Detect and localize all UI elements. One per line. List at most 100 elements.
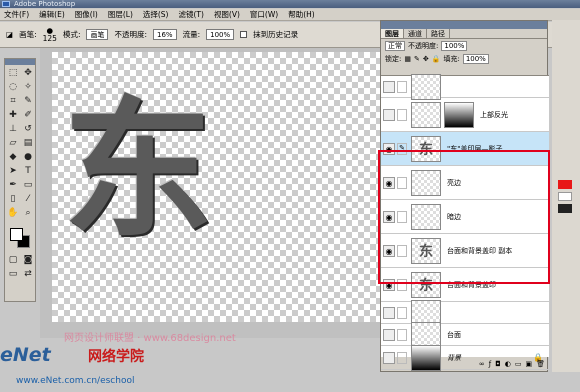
type-tool-icon[interactable]: T <box>21 165 35 178</box>
lock-label: 锁定: <box>385 54 402 63</box>
color-swatch[interactable] <box>558 192 572 201</box>
layer-style-icon[interactable]: ƒ <box>489 360 491 368</box>
new-group-icon[interactable]: ▭ <box>515 360 522 368</box>
layer-opacity-field[interactable]: 100% <box>441 40 468 51</box>
layer-thumbnail <box>411 73 441 100</box>
layer-opacity-label: 不透明度: <box>408 41 439 50</box>
standard-mode-icon[interactable]: ▢ <box>6 254 20 267</box>
blend-mode-select[interactable]: 正常 <box>385 40 405 51</box>
dodge-tool-icon[interactable]: ● <box>21 151 35 164</box>
imageready-icon[interactable]: ⇄ <box>21 268 35 281</box>
hand-tool-icon[interactable]: ✋ <box>6 207 20 220</box>
brush-tool-icon[interactable]: ✐ <box>21 109 35 122</box>
healing-tool-icon[interactable]: ✚ <box>6 109 20 122</box>
layers-panel-grip[interactable] <box>381 21 547 29</box>
right-panel-strip <box>552 20 580 372</box>
eyedropper-icon[interactable]: ⁄ <box>21 193 35 206</box>
color-swatch[interactable] <box>558 204 572 213</box>
visibility-toggle[interactable] <box>383 80 395 93</box>
layer-name: 上部反光 <box>480 110 508 119</box>
color-swatch[interactable] <box>558 180 572 189</box>
stamp-tool-icon[interactable]: ⊥ <box>6 123 20 136</box>
foreground-color[interactable] <box>10 228 23 241</box>
lock-pixels-icon[interactable]: ✎ <box>414 55 420 63</box>
slice-tool-icon[interactable]: ✎ <box>21 95 35 108</box>
brush-size: 125 <box>42 33 57 43</box>
visibility-toggle[interactable] <box>383 108 395 121</box>
lasso-tool-icon[interactable]: ◌ <box>6 81 20 94</box>
pen-tool-icon[interactable]: ✒ <box>6 179 20 192</box>
menu-filter[interactable]: 滤镜(T) <box>179 9 204 20</box>
enet-logo-cn: 网络学院 <box>88 349 144 365</box>
menu-select[interactable]: 选择(S) <box>143 9 169 20</box>
link-toggle[interactable] <box>397 80 407 93</box>
link-toggle[interactable] <box>397 108 407 121</box>
marquee-tool-icon[interactable]: ⬚ <box>6 67 20 80</box>
layer-row[interactable]: 上部反光 <box>381 98 549 132</box>
mode-select[interactable]: 画笔 <box>86 29 109 40</box>
history-checkbox[interactable] <box>240 31 248 38</box>
gradient-icon[interactable]: ▤ <box>21 137 35 150</box>
opacity-field[interactable]: 16% <box>153 29 177 40</box>
crop-tool-icon[interactable]: ⌗ <box>6 95 20 108</box>
brush-label: 画笔: <box>19 30 37 39</box>
shape-tool-icon[interactable]: ▭ <box>21 179 35 192</box>
toolbox: ⬚ ✥ ◌ ✧ ⌗ ✎ ✚ ✐ ⊥ ↺ ▱ ▤ ◆ ● ➤ T ✒ ▭ ▯ ⁄ … <box>4 58 36 302</box>
layer-mask-icon[interactable]: ◘ <box>495 360 501 368</box>
lock-all-icon[interactable]: 🔒 <box>432 55 441 63</box>
mode-label: 模式: <box>62 30 81 39</box>
tab-channels[interactable]: 通道 <box>404 29 427 38</box>
menu-layer[interactable]: 图层(L) <box>108 9 133 20</box>
fill-label: 填充: <box>443 54 460 63</box>
title-bar: Adobe Photoshop <box>0 0 580 8</box>
layer-mask-thumbnail <box>444 101 474 128</box>
visibility-toggle[interactable] <box>383 306 395 319</box>
layer-row[interactable] <box>381 299 549 326</box>
highlight-box <box>378 150 550 284</box>
link-toggle[interactable] <box>397 306 407 319</box>
layers-bottom-bar: ∞ ƒ ◘ ◐ ▭ ▣ 🗑 <box>381 357 549 371</box>
lock-row: 锁定: ▦ ✎ ✥ 🔒 填充: 100% <box>381 52 547 65</box>
delete-layer-icon[interactable]: 🗑 <box>536 360 545 368</box>
screen-mode-icon[interactable]: ▭ <box>6 268 20 281</box>
lock-transparency-icon[interactable]: ▦ <box>404 55 411 63</box>
photoshop-icon <box>2 1 10 7</box>
link-toggle[interactable] <box>397 328 407 341</box>
history-brush-icon[interactable]: ↺ <box>21 123 35 136</box>
brush-picker[interactable]: ● 125 <box>42 26 57 43</box>
menu-window[interactable]: 窗口(W) <box>250 9 278 20</box>
fill-field[interactable]: 100% <box>462 53 489 64</box>
eraser-icon[interactable]: ▱ <box>6 137 20 150</box>
layer-row[interactable] <box>381 73 549 100</box>
flow-field[interactable]: 100% <box>206 29 235 40</box>
link-layers-icon[interactable]: ∞ <box>479 360 485 368</box>
move-tool-icon[interactable]: ✥ <box>21 67 35 80</box>
site-url: www.eNet.com.cn/eschool <box>16 376 135 386</box>
tab-paths[interactable]: 路径 <box>427 29 450 38</box>
enet-logo: eNet <box>0 344 51 366</box>
new-layer-icon[interactable]: ▣ <box>525 360 532 368</box>
menu-image[interactable]: 图像(I) <box>75 9 98 20</box>
menu-view[interactable]: 视图(V) <box>214 9 240 20</box>
notes-tool-icon[interactable]: ▯ <box>6 193 20 206</box>
path-select-icon[interactable]: ➤ <box>6 165 20 178</box>
menu-edit[interactable]: 编辑(E) <box>39 9 65 20</box>
layer-name: 台面 <box>447 330 461 339</box>
lock-position-icon[interactable]: ✥ <box>423 55 429 63</box>
visibility-toggle[interactable] <box>383 328 395 341</box>
canvas-character: 东 <box>63 82 214 258</box>
watermark: 网页设计师联盟 · www.68design.net <box>64 333 236 344</box>
blur-tool-icon[interactable]: ◆ <box>6 151 20 164</box>
zoom-tool-icon[interactable]: ⌕ <box>21 207 35 220</box>
window-title: Adobe Photoshop <box>14 0 76 8</box>
adjustment-layer-icon[interactable]: ◐ <box>505 360 511 368</box>
menu-help[interactable]: 帮助(H) <box>288 9 315 20</box>
eraser-tool-icon[interactable]: ◪ <box>6 30 13 39</box>
magic-wand-icon[interactable]: ✧ <box>21 81 35 94</box>
tab-layers[interactable]: 图层 <box>381 29 404 38</box>
quickmask-mode-icon[interactable]: ◙ <box>21 254 35 267</box>
color-swatches <box>5 226 35 252</box>
opacity-label: 不透明度: <box>114 30 148 39</box>
menu-file[interactable]: 文件(F) <box>4 9 29 20</box>
layer-row[interactable]: 台面 <box>381 321 549 348</box>
